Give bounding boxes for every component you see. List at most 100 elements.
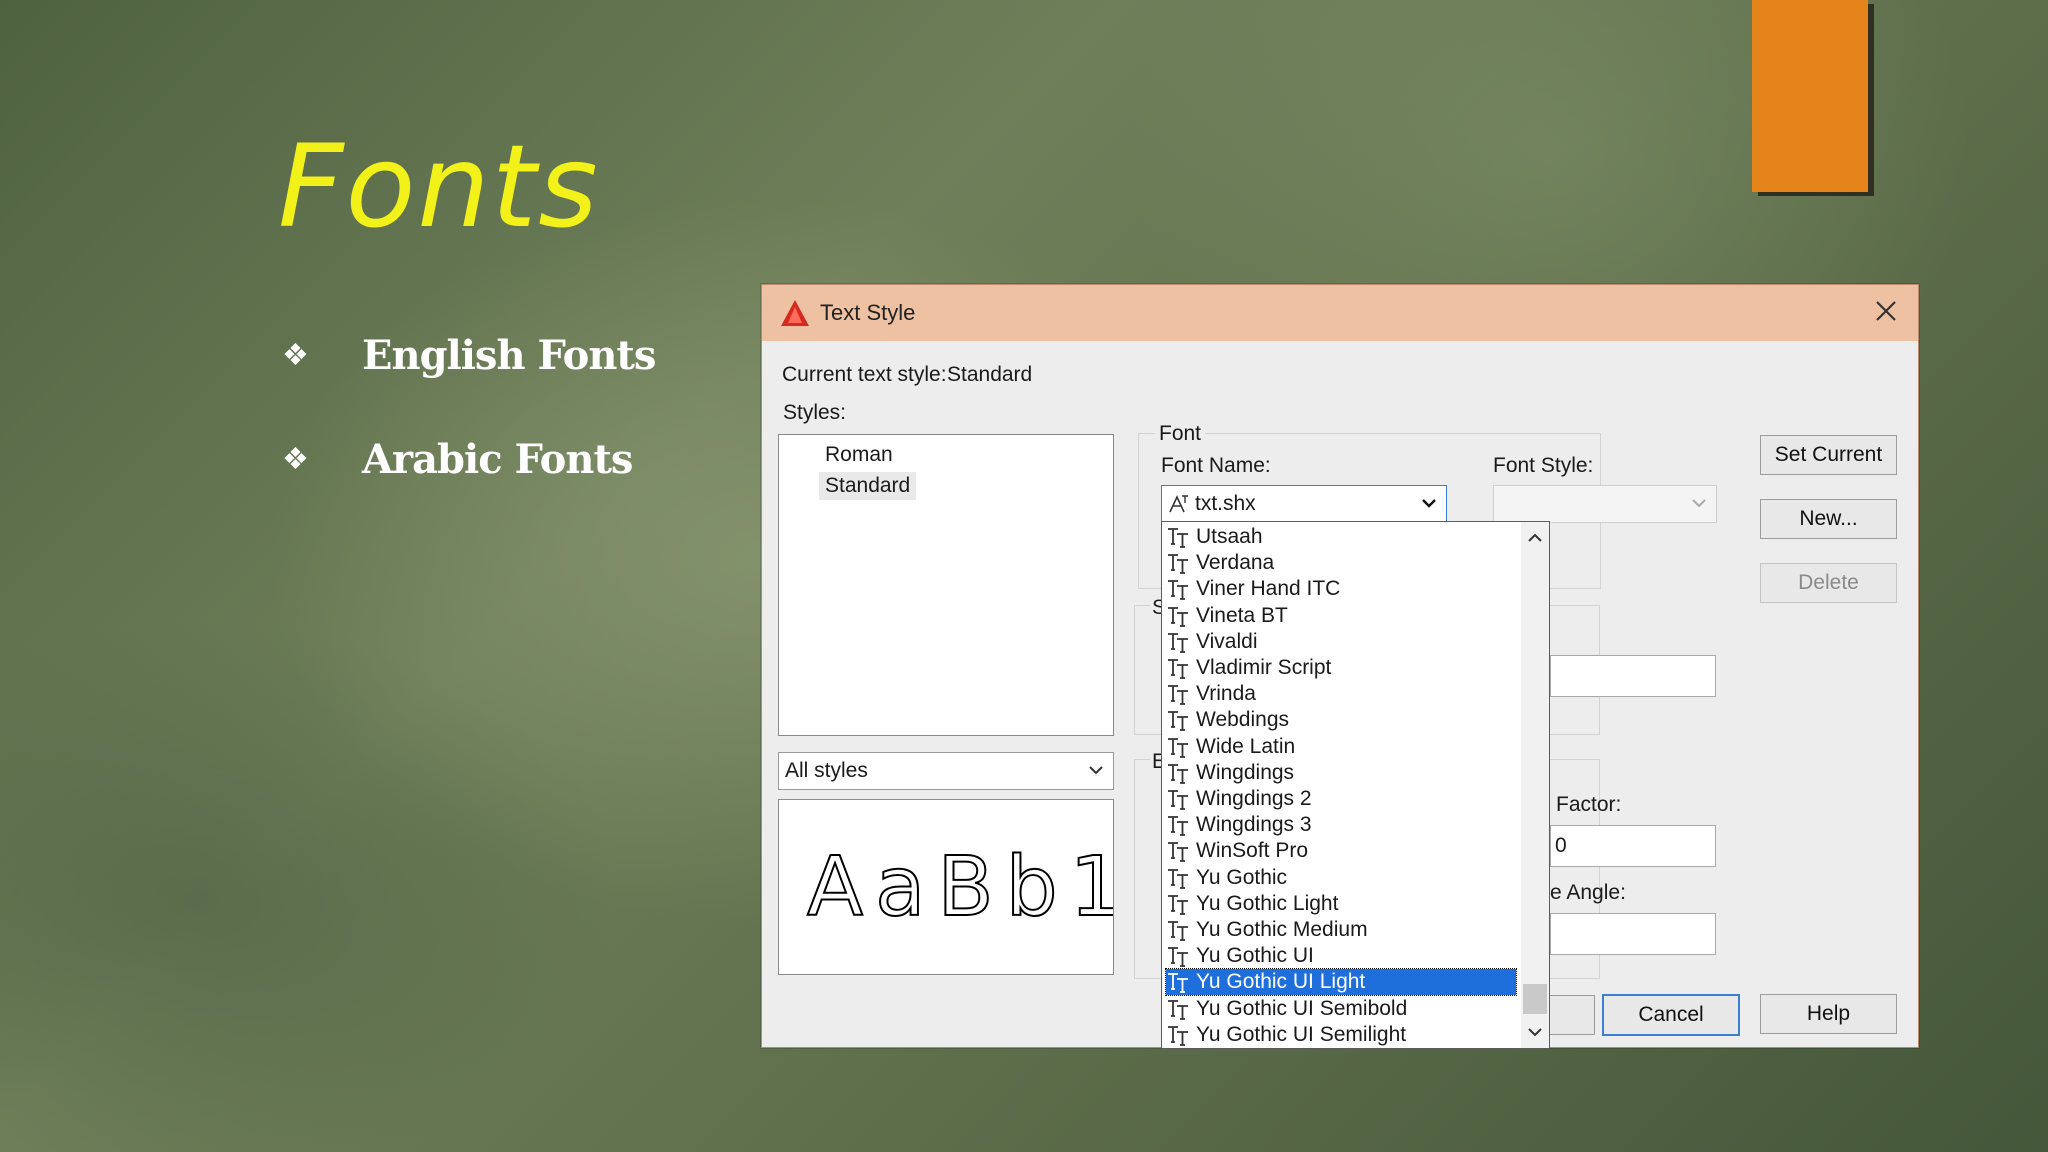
- bullet-label: Arabic Fonts: [362, 435, 633, 483]
- font-style-select[interactable]: [1493, 485, 1717, 523]
- font-list-item[interactable]: Yu Gothic: [1166, 865, 1516, 891]
- font-style-label: Font Style:: [1493, 454, 1594, 477]
- truetype-font-icon: [1168, 816, 1188, 837]
- font-list-item-label: Vladimir Script: [1196, 656, 1332, 679]
- truetype-font-icon: [1168, 894, 1188, 915]
- font-list-item[interactable]: Webdings: [1166, 707, 1516, 733]
- font-list-item[interactable]: Yu Gothic Light: [1166, 891, 1516, 917]
- new-button[interactable]: New...: [1760, 499, 1897, 539]
- truetype-font-icon: [1168, 606, 1188, 627]
- font-name-value: txt.shx: [1195, 492, 1256, 515]
- width-factor-value: 0: [1555, 834, 1567, 857]
- truetype-font-icon: [1168, 711, 1188, 732]
- font-list-item[interactable]: Wingdings 3: [1166, 812, 1516, 838]
- delete-button[interactable]: Delete: [1760, 563, 1897, 603]
- height-input[interactable]: [1550, 655, 1716, 697]
- close-icon[interactable]: [1870, 295, 1902, 327]
- style-item-roman[interactable]: Roman: [819, 441, 899, 469]
- width-factor-input[interactable]: 0: [1550, 825, 1716, 867]
- bullet-list: ❖ English Fonts ❖ Arabic Fonts: [282, 320, 656, 528]
- font-list-item-label: Wingdings 3: [1196, 813, 1312, 837]
- font-list-item-label: Yu Gothic UI Light: [1196, 970, 1366, 994]
- truetype-font-icon: [1168, 528, 1188, 548]
- dialog-title: Text Style: [820, 300, 916, 325]
- font-list-item-label: WinSoft Pro: [1196, 839, 1309, 863]
- font-list-item-label: Viner Hand ITC: [1196, 577, 1341, 601]
- scroll-up-icon[interactable]: [1526, 530, 1544, 546]
- bullet-english-fonts: ❖ English Fonts: [282, 320, 656, 390]
- font-list-item[interactable]: Yu Gothic Medium: [1166, 917, 1516, 943]
- styles-listbox[interactable]: Roman Standard: [778, 434, 1114, 736]
- font-list-item[interactable]: Wide Latin: [1166, 734, 1516, 760]
- font-group-label: Font: [1155, 422, 1206, 446]
- autocad-logo-icon: [781, 300, 809, 326]
- styles-label: Styles:: [783, 401, 847, 424]
- slide-title: Fonts: [278, 120, 600, 253]
- chevron-down-icon: [1089, 766, 1103, 775]
- preview-text: AaBb12: [806, 839, 1113, 936]
- font-list-item[interactable]: Vivaldi: [1166, 629, 1516, 655]
- font-list-item[interactable]: Vrinda: [1166, 681, 1516, 707]
- truetype-font-icon: [1168, 1025, 1188, 1046]
- font-list-item-label: Yu Gothic UI: [1196, 944, 1314, 968]
- styles-filter-value: All styles: [785, 759, 868, 782]
- font-list-item[interactable]: WinSoft Pro: [1166, 838, 1516, 864]
- font-list-item[interactable]: Vladimir Script: [1166, 655, 1516, 681]
- truetype-font-icon: [1168, 580, 1188, 601]
- style-item-standard[interactable]: Standard: [819, 472, 917, 500]
- chevron-down-icon: [1692, 499, 1706, 508]
- font-list-item[interactable]: Utsaah: [1166, 524, 1516, 550]
- current-style-value: Standard: [947, 363, 1033, 386]
- font-list-item-label: Webdings: [1196, 708, 1290, 732]
- width-factor-label: Factor:: [1556, 793, 1622, 816]
- font-list-item[interactable]: Viner Hand ITC: [1166, 576, 1516, 602]
- font-list-item[interactable]: Yu Gothic UI Semilight: [1166, 1022, 1516, 1048]
- truetype-font-icon: [1168, 659, 1188, 679]
- font-list-item-label: Vrinda: [1196, 682, 1256, 706]
- oblique-angle-label: e Angle:: [1550, 881, 1626, 904]
- font-name-select[interactable]: txt.shx: [1161, 485, 1447, 523]
- font-name-dropdown-list[interactable]: Utsaah Verdana Viner Hand ITC Vineta BT Viva…: [1161, 521, 1550, 1049]
- cancel-button[interactable]: Cancel: [1602, 994, 1740, 1036]
- style-preview-box: AaBb12: [778, 799, 1114, 975]
- diamond-bullet-icon: ❖: [282, 442, 309, 476]
- truetype-font-icon: [1168, 868, 1188, 889]
- dialog-titlebar[interactable]: Text Style: [762, 285, 1918, 341]
- font-list-item-label: Yu Gothic Medium: [1196, 918, 1368, 941]
- chevron-down-icon: [1422, 499, 1436, 508]
- font-list-item-label: Vivaldi: [1196, 629, 1258, 653]
- current-style-label: Current text style:: [782, 363, 947, 386]
- styles-filter-select[interactable]: All styles: [778, 752, 1114, 790]
- font-list-item-label: Yu Gothic Light: [1196, 891, 1339, 915]
- bullet-label: English Fonts: [362, 331, 656, 379]
- font-list-item[interactable]: Yu Gothic UI Semibold: [1166, 996, 1516, 1022]
- scroll-down-icon[interactable]: [1526, 1024, 1544, 1040]
- truetype-font-icon: [1168, 921, 1188, 941]
- diamond-bullet-icon: ❖: [282, 338, 309, 372]
- oblique-angle-input[interactable]: [1550, 913, 1716, 955]
- truetype-font-icon: [1168, 632, 1188, 653]
- font-list-item[interactable]: Yu Gothic UI: [1166, 943, 1516, 969]
- dropdown-scrollbar[interactable]: [1521, 522, 1549, 1048]
- font-list-item[interactable]: Vineta BT: [1166, 603, 1516, 629]
- bullet-arabic-fonts: ❖ Arabic Fonts: [282, 424, 655, 494]
- help-button[interactable]: Help: [1760, 994, 1897, 1034]
- truetype-font-icon: [1168, 947, 1188, 968]
- font-list-item[interactable]: Yu Gothic UI Light: [1165, 968, 1517, 997]
- truetype-font-icon: [1168, 763, 1188, 784]
- font-list-item-label: Wingdings: [1196, 760, 1295, 784]
- font-list-item-label: Utsaah: [1196, 525, 1263, 548]
- font-list-item[interactable]: Wingdings: [1166, 760, 1516, 786]
- font-list-item-label: Verdana: [1196, 551, 1275, 575]
- truetype-font-icon: [1168, 685, 1188, 706]
- font-list-item-label: Wingdings 2: [1196, 787, 1312, 810]
- truetype-font-icon: [1168, 999, 1188, 1020]
- font-list-item[interactable]: Verdana: [1166, 550, 1516, 576]
- font-list-item[interactable]: Wingdings 2: [1166, 786, 1516, 812]
- truetype-font-icon: [1168, 737, 1188, 758]
- orange-accent-block: [1752, 0, 1868, 192]
- font-name-label: Font Name:: [1161, 454, 1271, 477]
- scrollbar-thumb[interactable]: [1523, 984, 1547, 1014]
- set-current-button[interactable]: Set Current: [1760, 435, 1897, 475]
- truetype-font-icon: [1168, 973, 1188, 994]
